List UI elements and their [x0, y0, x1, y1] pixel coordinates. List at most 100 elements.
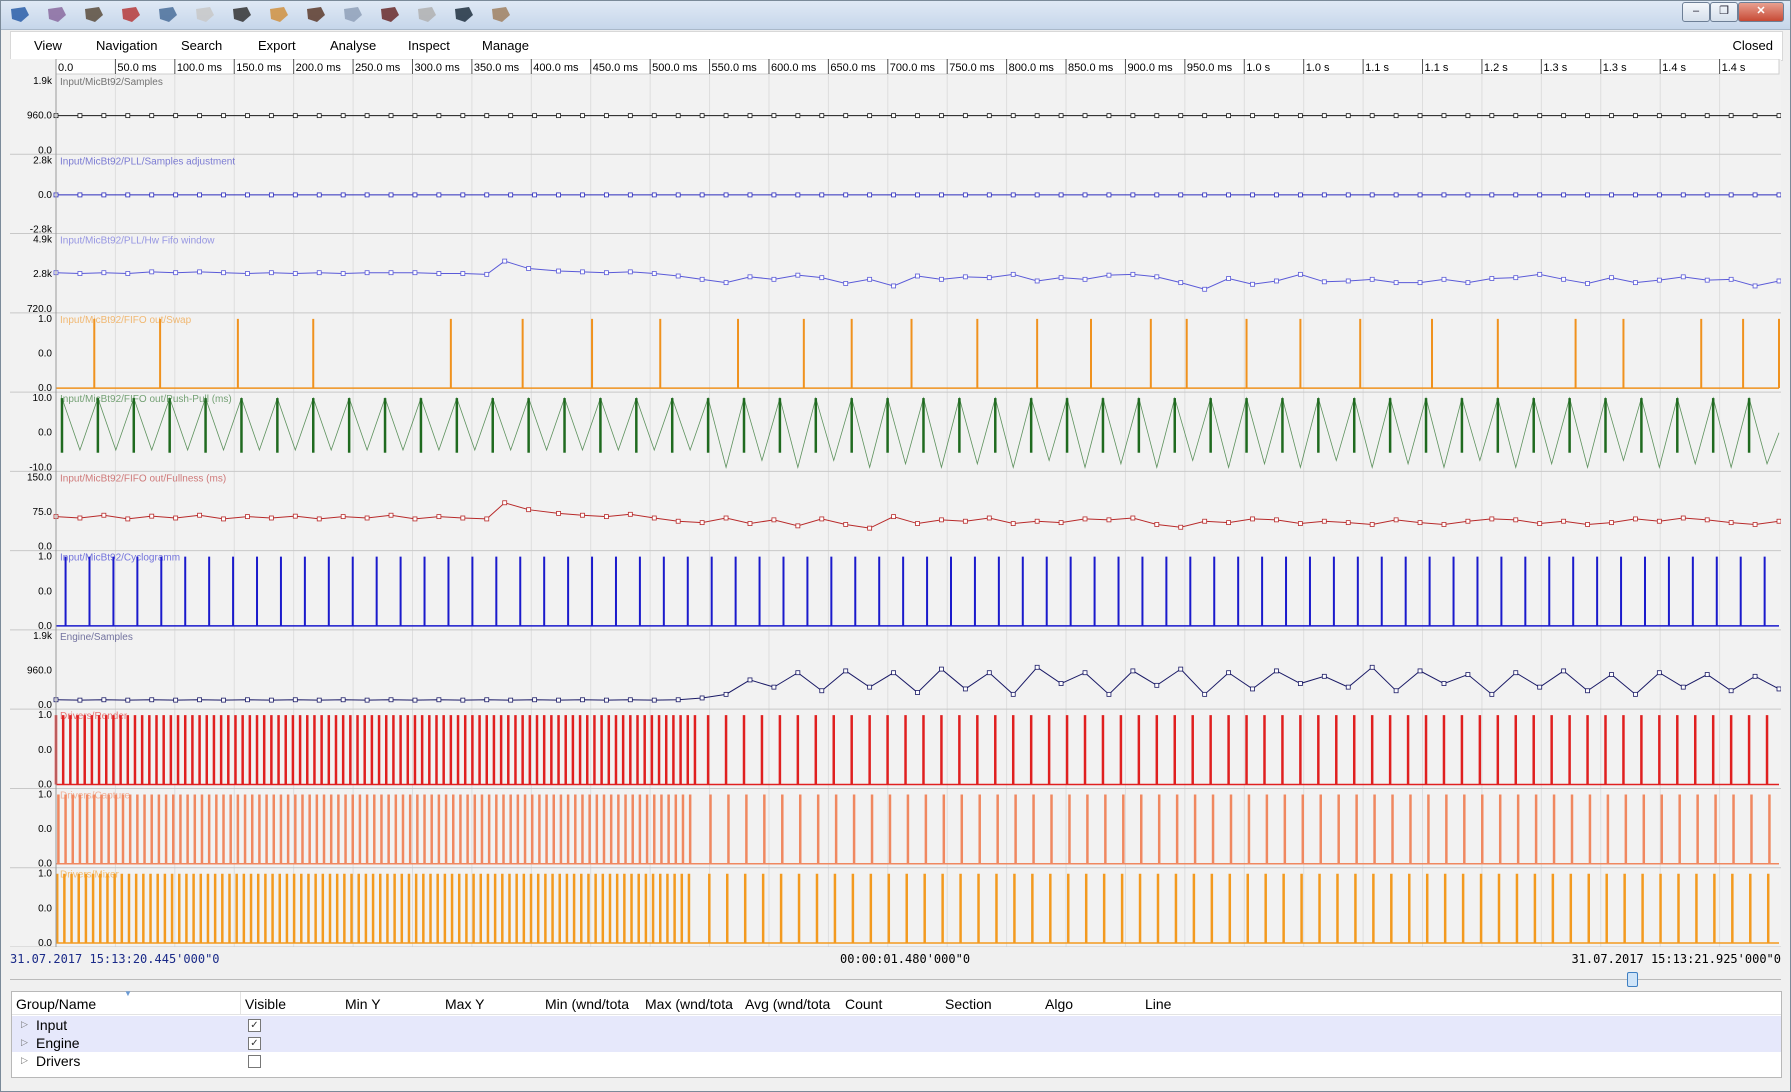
- y-mid-label: 0.0: [38, 586, 52, 597]
- data-point: [580, 269, 585, 275]
- menu-search[interactable]: Search: [181, 38, 222, 53]
- expand-arrow-icon[interactable]: ▷: [21, 1019, 28, 1030]
- data-point: [1106, 517, 1112, 523]
- expand-arrow-icon[interactable]: ▷: [21, 1037, 28, 1048]
- data-point: [1633, 516, 1638, 522]
- data-point: [891, 283, 896, 289]
- expand-arrow-icon[interactable]: ▷: [21, 1055, 28, 1066]
- data-point: [484, 516, 490, 522]
- data-point: [1321, 673, 1327, 679]
- data-point: [1585, 192, 1590, 198]
- column-min-wnd[interactable]: Min (wnd/tota: [545, 996, 641, 1012]
- y-max-label: 1.9k: [33, 631, 53, 642]
- data-point: [723, 192, 729, 198]
- data-point: [1154, 682, 1160, 688]
- column-visible[interactable]: Visible: [245, 996, 325, 1012]
- data-point: [1752, 113, 1758, 119]
- data-point: [747, 677, 753, 683]
- timeline-end: 31.07.2017 15:13:21.925'000"0: [1571, 952, 1781, 966]
- data-point: [580, 192, 585, 198]
- data-point: [1321, 279, 1327, 285]
- data-point: [1226, 520, 1231, 526]
- visible-checkbox[interactable]: ✓: [248, 1037, 261, 1050]
- menu-view[interactable]: View: [34, 38, 62, 53]
- column-min-y[interactable]: Min Y: [345, 996, 425, 1012]
- data-point: [316, 516, 322, 522]
- data-point: [1297, 113, 1303, 119]
- minimize-button[interactable]: ‒: [1682, 2, 1710, 22]
- data-point: [1609, 192, 1614, 198]
- data-point: [340, 271, 346, 276]
- data-point: [1250, 281, 1255, 287]
- data-point: [149, 192, 155, 198]
- timeline-scrollbar[interactable]: [10, 971, 1781, 989]
- channel-plot[interactable]: 0.0 50.0 ms 100.0 ms 150.0 ms 200.0 ms 250.0 …: [10, 59, 1781, 947]
- menu-navigation[interactable]: Navigation: [96, 38, 157, 53]
- time-tick-label: 150.0 ms: [236, 62, 282, 74]
- visible-checkbox[interactable]: ✓: [248, 1019, 261, 1032]
- data-point: [508, 697, 514, 703]
- data-point: [1274, 192, 1279, 198]
- title-icons: [11, 7, 510, 22]
- data-point: [436, 192, 442, 198]
- data-point: [986, 113, 992, 119]
- data-point: [723, 280, 729, 286]
- data-point: [1154, 192, 1160, 198]
- data-point: [1656, 518, 1662, 524]
- grid-row-drivers[interactable]: ▷ Drivers: [12, 1052, 1781, 1070]
- column-avg-wnd[interactable]: Avg (wnd/tota: [745, 996, 841, 1012]
- titlebar-app-icon: [307, 7, 325, 22]
- data-point: [1776, 518, 1781, 524]
- scroll-thumb[interactable]: [1627, 972, 1638, 987]
- data-point: [627, 697, 633, 703]
- data-point: [1537, 521, 1543, 526]
- data-point: [747, 521, 753, 526]
- data-point: [675, 192, 681, 198]
- data-point: [1130, 192, 1136, 198]
- data-point: [1680, 192, 1686, 198]
- column-count[interactable]: Count: [845, 996, 925, 1012]
- app-window: ‒ ❐ ✕ View Navigation Search Export Anal…: [0, 0, 1791, 1092]
- data-point: [245, 271, 250, 276]
- column-max-wnd[interactable]: Max (wnd/tota: [645, 996, 741, 1012]
- menu-bar: View Navigation Search Export Analyse In…: [10, 31, 1783, 61]
- data-point: [268, 113, 274, 119]
- column-algo[interactable]: Algo: [1045, 996, 1125, 1012]
- close-button[interactable]: ✕: [1738, 2, 1784, 22]
- data-point: [1058, 275, 1064, 281]
- time-tick-label: 850.0 ms: [1068, 62, 1114, 74]
- column-section[interactable]: Section: [945, 996, 1025, 1012]
- data-point: [1202, 518, 1208, 524]
- data-point: [125, 697, 131, 703]
- y-max-label: 10.0: [33, 393, 53, 404]
- data-point: [1034, 113, 1040, 119]
- data-point: [1345, 520, 1351, 526]
- data-point: [484, 271, 490, 277]
- grid-row-input[interactable]: ▷ Input ✓: [12, 1016, 1781, 1034]
- data-point: [1226, 192, 1231, 198]
- time-tick-label: 350.0 ms: [474, 62, 520, 74]
- data-point: [1393, 192, 1399, 198]
- data-point: [221, 697, 226, 703]
- menu-analyse[interactable]: Analyse: [330, 38, 376, 53]
- data-point: [843, 113, 849, 119]
- column-max-y[interactable]: Max Y: [445, 996, 525, 1012]
- data-point: [1082, 192, 1088, 198]
- data-point: [1561, 113, 1567, 119]
- column-line[interactable]: Line: [1145, 996, 1225, 1012]
- grid-row-engine[interactable]: ▷ Engine ✓: [12, 1034, 1781, 1052]
- data-point: [436, 697, 442, 703]
- column-group-name[interactable]: Group/Name: [16, 996, 206, 1012]
- data-point: [1585, 281, 1590, 286]
- menu-manage[interactable]: Manage: [482, 38, 529, 53]
- visible-checkbox[interactable]: [248, 1055, 261, 1068]
- data-point: [1537, 113, 1543, 119]
- data-point: [1082, 670, 1088, 676]
- data-point: [340, 697, 346, 703]
- data-point: [412, 516, 418, 522]
- maximize-button[interactable]: ❐: [1710, 2, 1738, 22]
- data-point: [1417, 668, 1423, 674]
- menu-export[interactable]: Export: [258, 38, 296, 53]
- menu-inspect[interactable]: Inspect: [408, 38, 450, 53]
- title-bar[interactable]: ‒ ❐ ✕: [1, 1, 1790, 30]
